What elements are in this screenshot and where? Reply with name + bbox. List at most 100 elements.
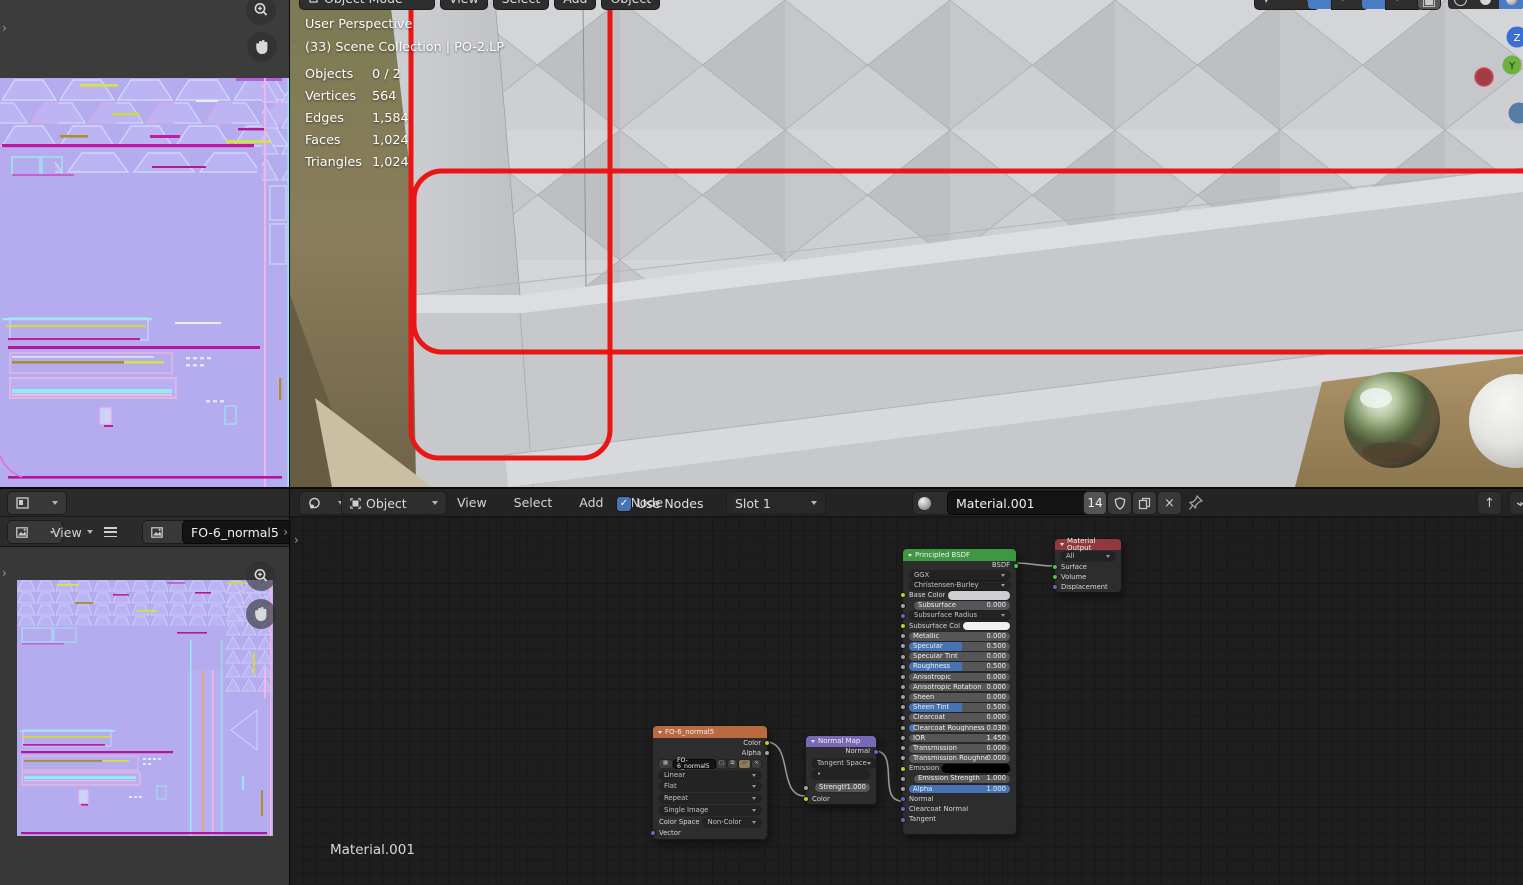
copy-mini-icon[interactable]: ⧉	[728, 759, 737, 769]
image-name-mini-field[interactable]: FO-6_normal5	[674, 757, 715, 770]
socket-input[interactable]	[900, 592, 906, 599]
move-up-button[interactable]: ↑	[1478, 492, 1501, 514]
bsdf-row-clearcoat[interactable]: Clearcoat 0.000	[900, 713, 1016, 723]
distribution-dropdown[interactable]: GGX	[909, 570, 1010, 580]
zoom-gizmo[interactable]	[246, 0, 276, 25]
shader-type-dropdown[interactable]: Object	[342, 492, 446, 514]
socket-input[interactable]	[900, 643, 906, 650]
proportional-edit-button[interactable]	[1308, 0, 1332, 9]
socket-input[interactable]	[900, 673, 906, 680]
socket-input[interactable]	[900, 612, 906, 619]
color-swatch[interactable]	[942, 764, 1010, 773]
uv-map-field[interactable]: •	[812, 770, 870, 780]
panel-toggle-icon[interactable]: ›	[2, 566, 7, 580]
menu-hamburger-icon[interactable]	[104, 527, 117, 538]
bsdf-input-tangent[interactable]: Tangent	[900, 815, 1016, 825]
divider-horizontal[interactable]	[0, 487, 1523, 488]
bsdf-row-subsurface-radius[interactable]: Subsurface Radius	[900, 611, 1016, 621]
unlink-mini-icon[interactable]: ×	[752, 759, 761, 769]
bsdf-row-specular[interactable]: Specular 0.500	[900, 641, 1016, 651]
bsdf-row-metallic[interactable]: Metallic 0.000	[900, 631, 1016, 641]
panel-toggle-icon[interactable]: ›	[2, 21, 7, 35]
bsdf-row-subsurface[interactable]: Subsurface 0.000	[900, 601, 1016, 611]
divider-vertical[interactable]	[289, 0, 290, 885]
output-target-dropdown[interactable]: All	[1061, 551, 1115, 561]
bsdf-row-anisotropic-rotation[interactable]: Anisotropic Rotation 0.000	[900, 682, 1016, 692]
bsdf-row-base-color[interactable]: Base Color	[900, 590, 1016, 600]
unlink-material-button[interactable]: ×	[1158, 492, 1181, 514]
bsdf-row-roughness[interactable]: Roughness 0.500	[900, 662, 1016, 672]
socket-displacement-input[interactable]	[1052, 584, 1058, 590]
viewport-menu-view[interactable]: View	[441, 0, 487, 9]
bsdf-row-clearcoat-roughness[interactable]: Clearcoat Roughness 0.030	[900, 723, 1016, 733]
panel-toggle-icon[interactable]: ›	[294, 533, 299, 547]
bsdf-row-anisotropic[interactable]: Anisotropic 0.000	[900, 672, 1016, 682]
node-editor-menu-view[interactable]: View	[450, 492, 494, 514]
material-slot-dropdown[interactable]: Slot 1	[727, 492, 825, 514]
bsdf-row-sheen[interactable]: Sheen 0.000	[900, 692, 1016, 702]
socket-input[interactable]	[900, 622, 906, 629]
socket-input[interactable]	[900, 714, 906, 721]
bsdf-input-normal[interactable]: Normal	[900, 794, 1016, 804]
socket-vector-input[interactable]	[650, 830, 656, 837]
image-name-field[interactable]: FO-6_normal5	[183, 521, 290, 543]
socket-input[interactable]	[900, 785, 906, 792]
socket-volume-input[interactable]	[1052, 574, 1058, 580]
socket-input[interactable]	[900, 735, 906, 741]
collapse-icon[interactable]	[1060, 543, 1064, 546]
bsdf-row-transmission-roughness[interactable]: Transmission Roughness0.000	[900, 753, 1016, 763]
subsurface-method-dropdown[interactable]: Christensen-Burley	[909, 580, 1010, 590]
viewport-3d[interactable]: Object Mode View Select Add Object ▣	[290, 0, 1523, 487]
socket-input[interactable]	[900, 816, 906, 823]
mode-dropdown[interactable]: Object Mode	[300, 0, 434, 9]
colorspace-dropdown[interactable]: Non-Color	[702, 817, 761, 827]
collapse-icon[interactable]	[811, 740, 815, 743]
socket-input[interactable]	[900, 684, 906, 691]
use-nodes-toggle[interactable]: ✓ Use Nodes	[617, 496, 703, 511]
node-normal-map[interactable]: Normal Map Normal Tangent Space • Streng…	[803, 735, 879, 805]
image-view-menu[interactable]: View	[52, 521, 93, 543]
checkbox-checked-icon[interactable]: ✓	[617, 496, 631, 511]
open-folder-mini-icon[interactable]: ▱	[739, 759, 750, 769]
socket-normal-output[interactable]	[873, 749, 879, 755]
bsdf-input-clearcoat-normal[interactable]: Clearcoat Normal	[900, 804, 1016, 814]
bsdf-row-subsurface-col[interactable]: Subsurface Col	[900, 621, 1016, 631]
clipped-header-button[interactable]: ⌁	[1510, 492, 1523, 514]
node-editor-menu-add[interactable]: Add	[572, 492, 610, 514]
bsdf-row-ior[interactable]: IOR 1.450	[900, 733, 1016, 743]
color-swatch[interactable]	[948, 591, 1010, 600]
socket-surface-input[interactable]	[1052, 564, 1058, 570]
bsdf-row-emission[interactable]: Emission	[900, 764, 1016, 774]
node-principled-bsdf[interactable]: Principled BSDF BSDF GGX Christensen-Bur…	[900, 548, 1019, 835]
image-datablock-icon[interactable]: ▦	[659, 759, 672, 769]
image-texture-dropdown[interactable]: Single Image	[653, 805, 767, 815]
socket-input[interactable]	[900, 663, 906, 670]
toolbar-toggle-icon[interactable]: ›	[292, 33, 297, 47]
socket-bsdf-output[interactable]	[1013, 562, 1019, 569]
viewport-menu-object[interactable]: Object	[602, 0, 660, 9]
node-image-texture[interactable]: FO-6_normal5 Color Alpha ▦ FO-6_normal5 …	[650, 725, 770, 840]
socket-input[interactable]	[900, 796, 906, 803]
color-swatch[interactable]	[963, 621, 1010, 631]
pan-gizmo[interactable]	[246, 599, 276, 629]
socket-input[interactable]	[900, 755, 906, 762]
node-material-output[interactable]: Material Output All Surface Volume Displ…	[1052, 537, 1122, 593]
collapse-icon[interactable]	[908, 553, 912, 557]
socket-alpha-output[interactable]	[764, 750, 770, 756]
fake-user-button[interactable]	[1108, 492, 1131, 514]
header-scroll-icon[interactable]: ›	[283, 525, 288, 539]
socket-input[interactable]	[900, 602, 906, 609]
snap-toggle-button[interactable]	[1362, 0, 1386, 9]
viewport-menu-select[interactable]: Select	[493, 0, 549, 9]
zoom-gizmo[interactable]	[246, 561, 276, 591]
socket-input[interactable]	[900, 704, 906, 711]
socket-input[interactable]	[900, 806, 906, 813]
space-dropdown[interactable]: Tangent Space	[812, 758, 876, 768]
socket-color-output[interactable]	[764, 740, 770, 746]
pan-gizmo[interactable]	[247, 32, 277, 62]
socket-input[interactable]	[900, 694, 906, 701]
socket-input[interactable]	[900, 765, 906, 772]
socket-color-input[interactable]	[803, 796, 809, 802]
image-texture-dropdown[interactable]: Repeat	[653, 793, 767, 804]
node-editor-menu-select[interactable]: Select	[507, 492, 560, 514]
